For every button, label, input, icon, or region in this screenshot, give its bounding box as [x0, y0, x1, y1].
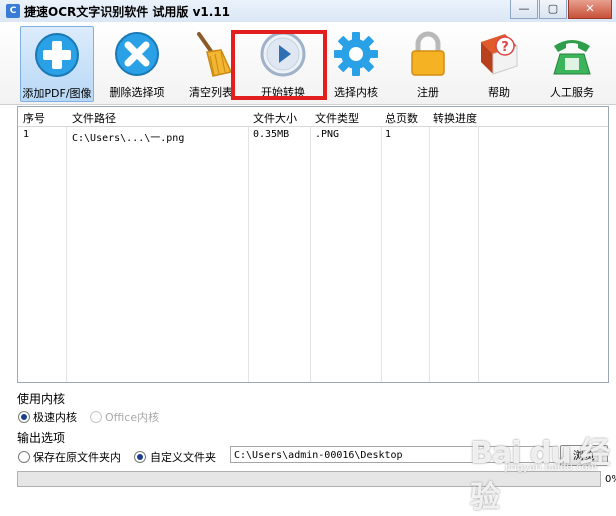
add-plus-icon [35, 33, 79, 77]
title-bar[interactable]: C 捷速OCR文字识别软件 试用版 v1.11 — ▢ ✕ [0, 0, 616, 23]
file-table[interactable]: 序号 文件路径 文件大小 文件类型 总页数 转换进度 1 C:\Users\..… [17, 106, 609, 383]
help-book-icon: ? [481, 34, 518, 75]
select-engine-button[interactable]: 选择内核 [320, 26, 392, 100]
table-header: 序号 文件路径 文件大小 文件类型 总页数 转换进度 [18, 107, 608, 127]
register-button[interactable]: 注册 [392, 26, 464, 100]
engine-office-label: Office内核 [105, 411, 160, 424]
help-button[interactable]: ? 帮助 [463, 26, 535, 100]
minimize-button[interactable]: — [510, 0, 538, 19]
column-divider [310, 107, 311, 382]
table-row[interactable]: 1 C:\Users\...\一.png 0.35MB .PNG 1 [18, 127, 608, 144]
column-divider [429, 107, 430, 382]
window-controls: — ▢ ✕ [509, 0, 612, 20]
maximize-button[interactable]: ▢ [539, 0, 567, 19]
app-logo-icon: C [6, 4, 20, 18]
column-divider [478, 107, 479, 382]
lock-icon [411, 31, 445, 76]
manual-service-button[interactable]: 人工服务 [536, 26, 608, 100]
tool-label: 选择内核 [334, 86, 378, 99]
cell-page-count: 1 [385, 129, 392, 140]
tool-label: 删除选择项 [109, 86, 165, 99]
cell-file-path: C:\Users\...\一.png [72, 133, 185, 144]
engine-fast-label[interactable]: 极速内核 [33, 409, 77, 425]
delete-x-icon [115, 32, 159, 76]
header-file-type[interactable]: 文件类型 [315, 110, 359, 126]
custom-folder-label[interactable]: 自定义文件夹 [150, 449, 216, 465]
gear-icon [334, 32, 378, 76]
app-window: C 捷速OCR文字识别软件 试用版 v1.11 — ▢ ✕ 添加PDF/图像 删… [0, 0, 616, 515]
column-divider [381, 107, 382, 382]
header-file-path[interactable]: 文件路径 [72, 110, 116, 126]
tool-label: 帮助 [488, 86, 510, 99]
tool-label: 添加PDF/图像 [22, 87, 92, 100]
engine-office-radio [90, 411, 102, 423]
tool-label: 人工服务 [550, 86, 594, 99]
cell-file-type: .PNG [315, 129, 340, 140]
column-divider [248, 107, 249, 382]
svg-text:?: ? [501, 40, 509, 55]
close-button[interactable]: ✕ [568, 0, 612, 19]
cell-index: 1 [23, 129, 30, 140]
highlight-annotation [231, 30, 327, 100]
tool-label: 注册 [417, 86, 439, 99]
broom-icon [197, 32, 233, 77]
header-page-count[interactable]: 总页数 [385, 110, 418, 126]
output-section-title: 输出选项 [17, 431, 66, 445]
engine-fast-radio[interactable] [18, 411, 30, 423]
custom-folder-radio[interactable] [134, 451, 146, 463]
save-original-folder-radio[interactable] [18, 451, 30, 463]
phone-icon [553, 40, 591, 75]
engine-section-title: 使用内核 [17, 392, 66, 406]
add-pdf-image-button[interactable]: 添加PDF/图像 [20, 26, 94, 102]
cell-file-size: 0.35MB [253, 129, 290, 140]
save-original-folder-label[interactable]: 保存在原文件夹内 [33, 449, 121, 465]
delete-selected-button[interactable]: 删除选择项 [101, 26, 173, 100]
column-divider [66, 107, 67, 382]
header-file-size[interactable]: 文件大小 [253, 110, 297, 126]
window-title: 捷速OCR文字识别软件 试用版 v1.11 [24, 5, 231, 19]
watermark-url: jingyan.baidu.com [505, 462, 598, 473]
header-progress[interactable]: 转换进度 [433, 110, 477, 126]
header-index[interactable]: 序号 [23, 110, 45, 126]
